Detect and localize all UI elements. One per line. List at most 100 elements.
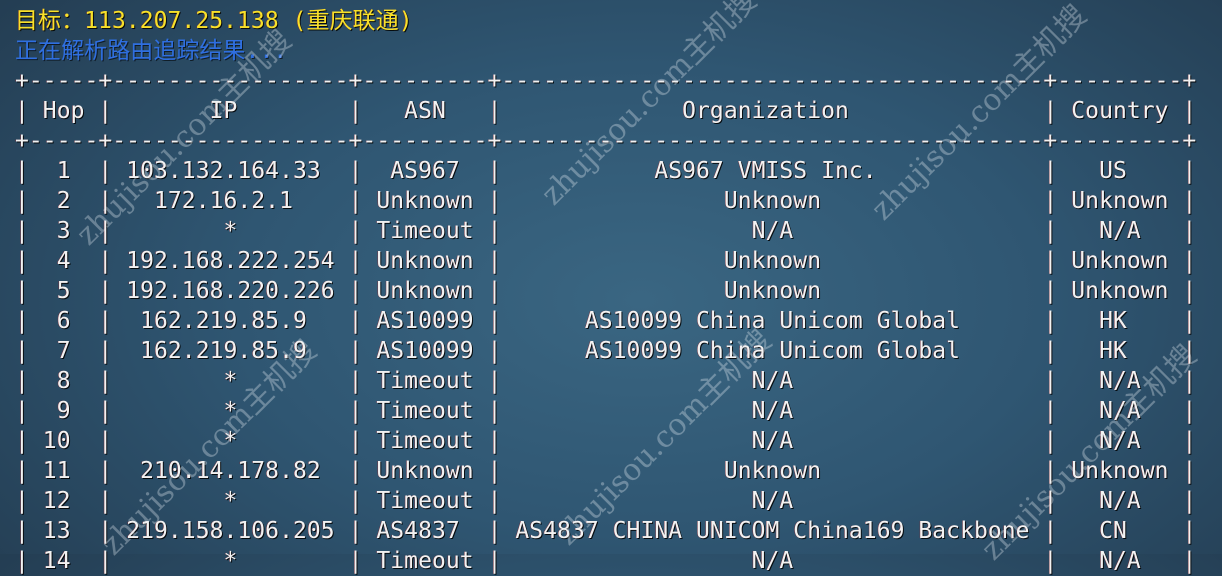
target-label: 目标：	[15, 8, 85, 34]
target-ip: 113.207.25.138	[84, 8, 279, 34]
table-row: | 9 | * | Timeout | N/A | N/A |	[15, 398, 1197, 424]
cell-org: AS967 VMISS Inc.	[501, 158, 1044, 184]
table-row: | 7 | 162.219.85.9 | AS10099 | AS10099 C…	[15, 338, 1197, 364]
cell-hop: 9	[28, 398, 99, 424]
cell-org: Unknown	[501, 278, 1044, 304]
status-line: 正在解析路由追踪结果...	[15, 38, 288, 64]
cell-org: AS10099 China Unicom Global	[501, 308, 1044, 334]
cell-ip: 210.14.178.82	[112, 458, 349, 484]
cell-ip: 192.168.222.254	[112, 248, 349, 274]
cell-country: CN	[1057, 518, 1183, 544]
cell-country: Unknown	[1057, 458, 1183, 484]
cell-org: N/A	[501, 428, 1044, 454]
table-row: | 8 | * | Timeout | N/A | N/A |	[15, 368, 1197, 394]
cell-org: Unknown	[501, 248, 1044, 274]
cell-org: N/A	[501, 368, 1044, 394]
cell-ip: 103.132.164.33	[112, 158, 349, 184]
cell-hop: 10	[28, 428, 99, 454]
header-cell-org: Organization	[501, 98, 1044, 124]
cell-ip: *	[112, 548, 349, 574]
cell-asn: Timeout	[362, 368, 488, 394]
cell-org: N/A	[501, 488, 1044, 514]
cell-hop: 3	[28, 218, 99, 244]
cell-country: N/A	[1057, 398, 1183, 424]
table-row: | 3 | * | Timeout | N/A | N/A |	[15, 218, 1197, 244]
table-border-top: +-----+-----------------+---------+-----…	[15, 68, 1197, 94]
cell-org: N/A	[501, 398, 1044, 424]
cell-ip: 192.168.220.226	[112, 278, 349, 304]
target-location: (重庆联通)	[292, 8, 413, 34]
cell-country: HK	[1057, 338, 1183, 364]
cell-org: N/A	[501, 548, 1044, 574]
table-row: | 6 | 162.219.85.9 | AS10099 | AS10099 C…	[15, 308, 1197, 334]
table-row: | 2 | 172.16.2.1 | Unknown | Unknown | U…	[15, 188, 1197, 214]
cell-org: Unknown	[501, 458, 1044, 484]
cell-country: Unknown	[1057, 248, 1183, 274]
cell-country: Unknown	[1057, 188, 1183, 214]
cell-hop: 5	[28, 278, 99, 304]
cell-hop: 11	[28, 458, 99, 484]
table-row: | 13 | 219.158.106.205 | AS4837 | AS4837…	[15, 518, 1197, 544]
table-row: | 11 | 210.14.178.82 | Unknown | Unknown…	[15, 458, 1197, 484]
cell-org: AS4837 CHINA UNICOM China169 Backbone	[501, 518, 1044, 544]
cell-asn: AS10099	[362, 338, 488, 364]
header-cell-country: Country	[1057, 98, 1183, 124]
table-row: | 1 | 103.132.164.33 | AS967 | AS967 VMI…	[15, 158, 1197, 184]
table-row: | 5 | 192.168.220.226 | Unknown | Unknow…	[15, 278, 1197, 304]
cell-asn: Timeout	[362, 428, 488, 454]
cell-hop: 13	[28, 518, 99, 544]
cell-country: HK	[1057, 308, 1183, 334]
cell-hop: 4	[28, 248, 99, 274]
cell-country: US	[1057, 158, 1183, 184]
cell-hop: 12	[28, 488, 99, 514]
cell-ip: 162.219.85.9	[112, 338, 349, 364]
cell-asn: Unknown	[362, 458, 488, 484]
cell-ip: *	[112, 218, 349, 244]
terminal-output: 目标：113.207.25.138 (重庆联通) 正在解析路由追踪结果... +…	[15, 6, 1222, 576]
cell-asn: Timeout	[362, 218, 488, 244]
table-border-header: +-----+-----------------+---------+-----…	[15, 128, 1197, 154]
table-row: | 14 | * | Timeout | N/A | N/A |	[15, 548, 1197, 574]
table-row: | 10 | * | Timeout | N/A | N/A |	[15, 428, 1197, 454]
cell-asn: Unknown	[362, 278, 488, 304]
cell-ip: *	[112, 398, 349, 424]
cell-hop: 6	[28, 308, 99, 334]
cell-hop: 14	[28, 548, 99, 574]
cell-asn: AS967	[362, 158, 488, 184]
cell-asn: Unknown	[362, 188, 488, 214]
cell-hop: 2	[28, 188, 99, 214]
target-line: 目标：113.207.25.138 (重庆联通)	[15, 6, 1222, 36]
cell-asn: Timeout	[362, 548, 488, 574]
table-row: | 4 | 192.168.222.254 | Unknown | Unknow…	[15, 248, 1197, 274]
cell-ip: *	[112, 428, 349, 454]
cell-ip: 219.158.106.205	[112, 518, 349, 544]
cell-asn: Timeout	[362, 488, 488, 514]
cell-org: AS10099 China Unicom Global	[501, 338, 1044, 364]
cell-hop: 8	[28, 368, 99, 394]
cell-country: N/A	[1057, 548, 1183, 574]
header-cell-asn: ASN	[362, 98, 488, 124]
cell-ip: 162.219.85.9	[112, 308, 349, 334]
header-cell-ip: IP	[112, 98, 349, 124]
cell-org: N/A	[501, 218, 1044, 244]
cell-country: Unknown	[1057, 278, 1183, 304]
traceroute-table: +-----+-----------------+---------+-----…	[15, 66, 1222, 576]
cell-asn: Timeout	[362, 398, 488, 424]
cell-asn: AS4837	[362, 518, 488, 544]
cell-asn: Unknown	[362, 248, 488, 274]
cell-ip: *	[112, 488, 349, 514]
cell-ip: *	[112, 368, 349, 394]
cell-hop: 7	[28, 338, 99, 364]
cell-country: N/A	[1057, 428, 1183, 454]
table-header-row: | Hop | IP | ASN | Organization | Countr…	[15, 98, 1197, 124]
cell-hop: 1	[28, 158, 99, 184]
header-cell-hop: Hop	[28, 98, 99, 124]
cell-org: Unknown	[501, 188, 1044, 214]
target-spacer	[279, 8, 293, 34]
cell-country: N/A	[1057, 368, 1183, 394]
cell-asn: AS10099	[362, 308, 488, 334]
cell-country: N/A	[1057, 488, 1183, 514]
cell-country: N/A	[1057, 218, 1183, 244]
cell-ip: 172.16.2.1	[112, 188, 349, 214]
table-row: | 12 | * | Timeout | N/A | N/A |	[15, 488, 1197, 514]
